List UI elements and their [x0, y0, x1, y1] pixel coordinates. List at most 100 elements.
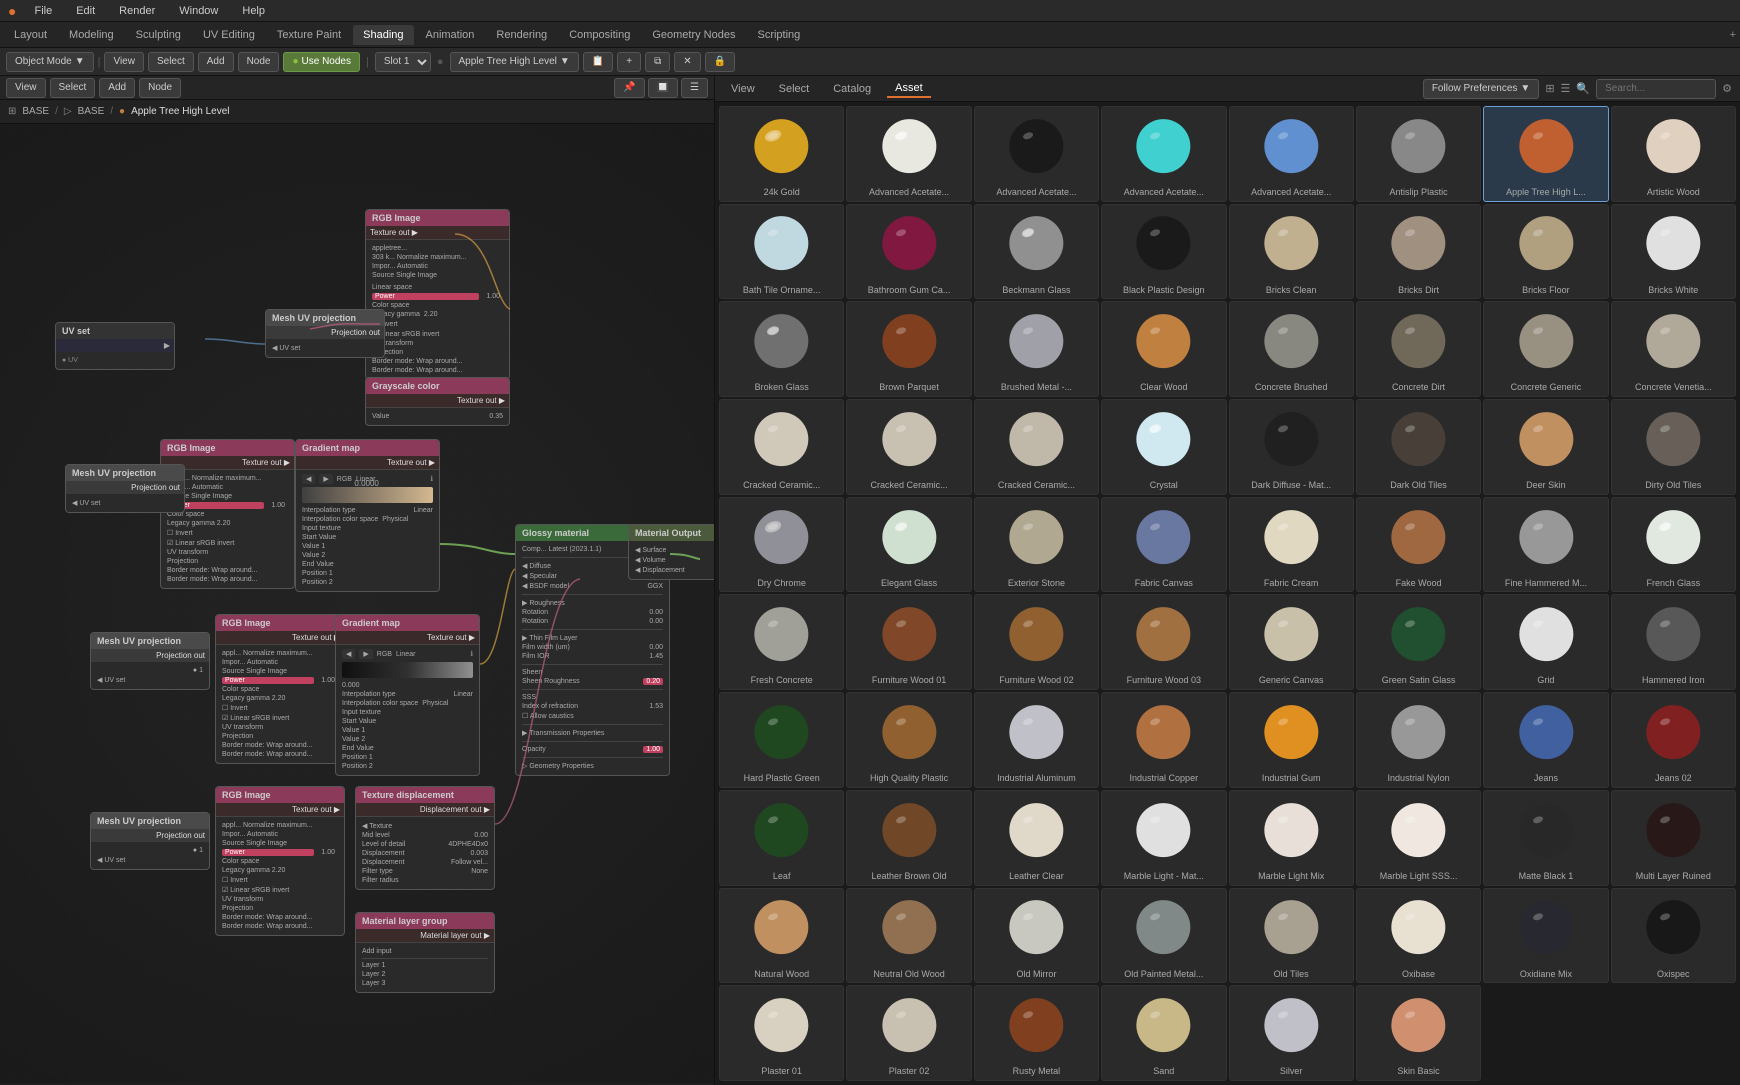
asset-item-43[interactable]: Furniture Wood 03 [1101, 594, 1226, 690]
asset-item-38[interactable]: Fine Hammered M... [1483, 497, 1608, 593]
tab-texture-paint[interactable]: Texture Paint [267, 25, 351, 45]
asset-item-37[interactable]: Fake Wood [1356, 497, 1481, 593]
asset-item-10[interactable]: Beckmann Glass [974, 204, 1099, 300]
asset-item-48[interactable]: Hard Plastic Green [719, 692, 844, 788]
asset-item-77[interactable]: Skin Basic [1356, 985, 1481, 1081]
node-uv-set-1[interactable]: UV set ▶ ● UV [55, 322, 175, 370]
menu-help[interactable]: Help [236, 3, 271, 19]
asset-settings-icon[interactable]: ⚙ [1722, 82, 1732, 95]
asset-item-52[interactable]: Industrial Gum [1229, 692, 1354, 788]
node-rgb-image-4[interactable]: RGB Image Texture out ▶ appl... Normaliz… [215, 786, 345, 936]
asset-item-74[interactable]: Rusty Metal [974, 985, 1099, 1081]
select-button[interactable]: Select [148, 52, 194, 72]
asset-item-11[interactable]: Black Plastic Design [1101, 204, 1226, 300]
node-gradient-map-2[interactable]: Gradient map Texture out ▶ ◀ ▶ RGB Linea… [335, 614, 480, 776]
node-gradient-map[interactable]: Gradient map Texture out ▶ ◀ ▶ RGB Linea… [295, 439, 440, 592]
tab-sculpting[interactable]: Sculpting [126, 25, 191, 45]
follow-preferences-dropdown[interactable]: Follow Preferences ▼ [1423, 79, 1540, 99]
asset-item-42[interactable]: Furniture Wood 02 [974, 594, 1099, 690]
asset-item-44[interactable]: Generic Canvas [1229, 594, 1354, 690]
asset-item-61[interactable]: Marble Light SSS... [1356, 790, 1481, 886]
slot-dropdown[interactable]: Slot 1 [375, 52, 431, 72]
asset-item-40[interactable]: Fresh Concrete [719, 594, 844, 690]
asset-item-71[interactable]: Oxispec [1611, 888, 1736, 984]
asset-item-41[interactable]: Furniture Wood 01 [846, 594, 971, 690]
delete-material-button[interactable]: ✕ [674, 52, 700, 72]
asset-item-23[interactable]: Concrete Venetia... [1611, 301, 1736, 397]
asset-item-24[interactable]: Cracked Ceramic... [719, 399, 844, 495]
shield-button[interactable]: 🔒 [705, 52, 735, 72]
node-pin-btn[interactable]: 📌 [614, 78, 644, 98]
asset-item-22[interactable]: Concrete Generic [1483, 301, 1608, 397]
asset-item-3[interactable]: Advanced Acetate... [1101, 106, 1226, 202]
asset-item-19[interactable]: Clear Wood [1101, 301, 1226, 397]
node-rgb-image-2[interactable]: RGB Image Texture out ▶ 303 k... Normali… [160, 439, 295, 589]
menu-window[interactable]: Window [173, 3, 224, 19]
asset-item-65[interactable]: Neutral Old Wood [846, 888, 971, 984]
asset-item-15[interactable]: Bricks White [1611, 204, 1736, 300]
asset-item-25[interactable]: Cracked Ceramic... [846, 399, 971, 495]
tab-animation[interactable]: Animation [416, 25, 485, 45]
asset-item-6[interactable]: Apple Tree High L... [1483, 106, 1608, 202]
material-dropdown[interactable]: Apple Tree High Level ▼ [450, 52, 579, 72]
tab-compositing[interactable]: Compositing [559, 25, 640, 45]
asset-item-5[interactable]: Antislip Plastic [1356, 106, 1481, 202]
node-rgb-image-1[interactable]: RGB Image Texture out ▶ appletree... 303… [365, 209, 510, 380]
asset-item-47[interactable]: Hammered Iron [1611, 594, 1736, 690]
tab-scripting[interactable]: Scripting [747, 25, 810, 45]
asset-item-50[interactable]: Industrial Aluminum [974, 692, 1099, 788]
node-rgb-image-3[interactable]: RGB Image Texture out ▶ appl... Normaliz… [215, 614, 345, 764]
asset-item-28[interactable]: Dark Diffuse - Mat... [1229, 399, 1354, 495]
asset-item-29[interactable]: Dark Old Tiles [1356, 399, 1481, 495]
tab-modeling[interactable]: Modeling [59, 25, 124, 45]
asset-item-0[interactable]: 24k Gold [719, 106, 844, 202]
asset-item-7[interactable]: Artistic Wood [1611, 106, 1736, 202]
asset-item-66[interactable]: Old Mirror [974, 888, 1099, 984]
tab-view[interactable]: View [723, 81, 763, 97]
asset-item-27[interactable]: Crystal [1101, 399, 1226, 495]
tab-select[interactable]: Select [771, 81, 818, 97]
asset-item-73[interactable]: Plaster 02 [846, 985, 971, 1081]
node-material-layer-group[interactable]: Material layer group Material layer out … [355, 912, 495, 993]
new-material-button[interactable]: + [617, 52, 641, 72]
asset-item-62[interactable]: Matte Black 1 [1483, 790, 1608, 886]
node-editor[interactable]: View Select Add Node 📌 🔲 ☰ ⊞ BASE / ▷ BA… [0, 76, 715, 1085]
asset-item-67[interactable]: Old Painted Metal... [1101, 888, 1226, 984]
asset-item-34[interactable]: Exterior Stone [974, 497, 1099, 593]
asset-item-32[interactable]: Dry Chrome [719, 497, 844, 593]
asset-item-72[interactable]: Plaster 01 [719, 985, 844, 1081]
search-input[interactable] [1596, 79, 1716, 99]
asset-item-58[interactable]: Leather Clear [974, 790, 1099, 886]
asset-item-13[interactable]: Bricks Dirt [1356, 204, 1481, 300]
asset-item-18[interactable]: Brushed Metal -... [974, 301, 1099, 397]
asset-item-16[interactable]: Broken Glass [719, 301, 844, 397]
menu-file[interactable]: File [28, 3, 58, 19]
asset-item-30[interactable]: Deer Skin [1483, 399, 1608, 495]
asset-filter-icon[interactable]: ⊞ [1545, 82, 1554, 95]
asset-item-51[interactable]: Industrial Copper [1101, 692, 1226, 788]
tab-shading[interactable]: Shading [353, 25, 413, 45]
asset-item-55[interactable]: Jeans 02 [1611, 692, 1736, 788]
node-snap-btn[interactable]: 🔲 [648, 78, 678, 98]
node-add-btn[interactable]: Add [99, 78, 135, 98]
asset-item-54[interactable]: Jeans [1483, 692, 1608, 788]
asset-item-35[interactable]: Fabric Canvas [1101, 497, 1226, 593]
tab-uv-editing[interactable]: UV Editing [193, 25, 265, 45]
tab-catalog[interactable]: Catalog [825, 81, 879, 97]
asset-item-64[interactable]: Natural Wood [719, 888, 844, 984]
duplicate-material-button[interactable]: ⧉ [645, 52, 670, 72]
node-mesh-uv-2[interactable]: Mesh UV projection Projection out ◀ UV s… [65, 464, 185, 513]
asset-item-31[interactable]: Dirty Old Tiles [1611, 399, 1736, 495]
asset-item-20[interactable]: Concrete Brushed [1229, 301, 1354, 397]
tab-asset[interactable]: Asset [887, 80, 931, 98]
asset-item-60[interactable]: Marble Light Mix [1229, 790, 1354, 886]
asset-item-17[interactable]: Brown Parquet [846, 301, 971, 397]
menu-render[interactable]: Render [113, 3, 161, 19]
asset-item-56[interactable]: Leaf [719, 790, 844, 886]
object-mode-dropdown[interactable]: Object Mode ▼ [6, 52, 94, 72]
node-grayscale[interactable]: Grayscale color Texture out ▶ Value0.35 [365, 377, 510, 426]
asset-item-26[interactable]: Cracked Ceramic... [974, 399, 1099, 495]
asset-item-39[interactable]: French Glass [1611, 497, 1736, 593]
asset-item-8[interactable]: Bath Tile Orname... [719, 204, 844, 300]
tab-geometry-nodes[interactable]: Geometry Nodes [642, 25, 745, 45]
